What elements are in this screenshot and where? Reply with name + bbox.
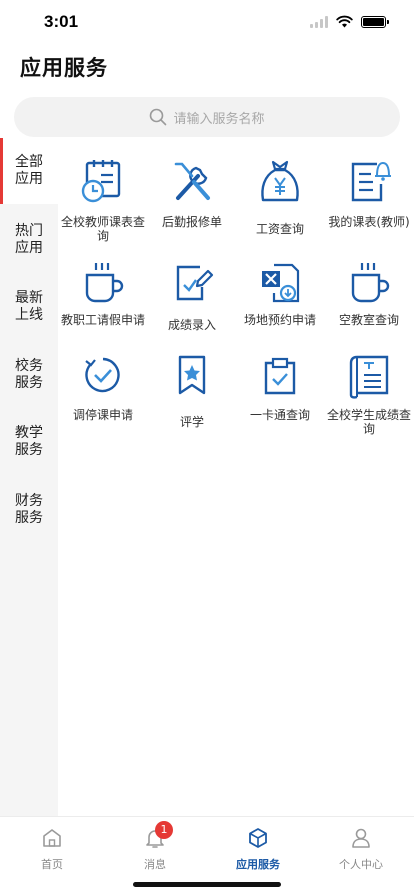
home-icon bbox=[43, 829, 61, 847]
service-label: 场地预约申请 bbox=[243, 313, 316, 327]
service-grade-entry[interactable]: 成绩录入 bbox=[148, 261, 236, 351]
service-label: 全校教师课表查询 bbox=[60, 215, 145, 243]
service-empty-classroom[interactable]: 空教室查询 bbox=[325, 261, 413, 351]
battery-icon bbox=[361, 15, 389, 28]
service-salary-query[interactable]: 工资查询 bbox=[236, 158, 324, 248]
report-book-icon bbox=[349, 355, 389, 399]
service-teacher-schedule[interactable]: 全校教师课表查询 bbox=[59, 158, 147, 248]
user-icon bbox=[352, 828, 370, 848]
schedule-bell-icon bbox=[351, 161, 391, 202]
calendar-clock-icon bbox=[81, 160, 121, 203]
sidebar-item-label: 校务服务 bbox=[15, 358, 43, 391]
service-label: 一卡通查询 bbox=[249, 408, 310, 422]
tab-label: 个人中心 bbox=[339, 858, 383, 871]
status-icons bbox=[310, 15, 389, 28]
sidebar-item-new[interactable]: 最新上线 bbox=[0, 274, 58, 340]
unread-badge: 1 bbox=[155, 821, 173, 839]
search-input[interactable]: 请输入服务名称 bbox=[14, 97, 400, 137]
service-label: 空教室查询 bbox=[338, 313, 399, 327]
wifi-icon bbox=[336, 15, 353, 28]
coffee-cup-icon bbox=[351, 263, 390, 303]
coffee-cup-icon bbox=[85, 263, 124, 303]
tab-app-services[interactable]: 应用服务 bbox=[208, 823, 308, 871]
tab-label: 消息 bbox=[144, 858, 166, 871]
service-staff-leave[interactable]: 教职工请假申请 bbox=[59, 261, 147, 351]
sidebar-item-label: 教学服务 bbox=[15, 425, 43, 458]
service-campus-card[interactable]: 一卡通查询 bbox=[236, 353, 324, 443]
search-icon bbox=[150, 108, 167, 126]
service-venue-booking[interactable]: 场地预约申请 bbox=[236, 261, 324, 351]
service-my-schedule[interactable]: 我的课表(教师) bbox=[325, 158, 413, 248]
status-bar: 3:01 bbox=[0, 0, 414, 46]
cellular-signal-icon bbox=[310, 15, 328, 28]
sidebar-item-all-apps[interactable]: 全部应用 bbox=[0, 138, 58, 204]
service-label: 调停课申请 bbox=[72, 408, 133, 422]
service-course-adjustment[interactable]: 调停课申请 bbox=[59, 353, 147, 443]
service-label: 工资查询 bbox=[255, 222, 304, 236]
sidebar-item-label: 财务服务 bbox=[15, 493, 43, 526]
edit-document-icon bbox=[176, 265, 214, 301]
sidebar-item-teaching[interactable]: 教学服务 bbox=[0, 409, 58, 475]
home-indicator bbox=[133, 882, 281, 887]
cube-icon bbox=[249, 828, 267, 848]
sidebar-item-finance[interactable]: 财务服务 bbox=[0, 477, 58, 543]
excel-download-icon bbox=[262, 263, 300, 303]
service-student-grades[interactable]: 全校学生成绩查询 bbox=[325, 353, 413, 443]
sidebar-item-school-affairs[interactable]: 校务服务 bbox=[0, 342, 58, 408]
service-label: 后勤报修单 bbox=[161, 215, 222, 229]
service-label: 全校学生成绩查询 bbox=[326, 408, 411, 436]
service-label: 教职工请假申请 bbox=[60, 313, 145, 327]
service-label: 评学 bbox=[179, 415, 204, 429]
search-placeholder: 请输入服务名称 bbox=[173, 111, 265, 127]
wrench-screwdriver-icon bbox=[174, 162, 210, 200]
service-evaluation[interactable]: 评学 bbox=[148, 353, 236, 443]
service-label: 我的课表(教师) bbox=[328, 215, 410, 229]
sidebar-item-label: 全部应用 bbox=[15, 154, 43, 187]
sidebar-item-label: 热门应用 bbox=[15, 223, 43, 256]
tab-label: 应用服务 bbox=[236, 858, 280, 871]
page-title: 应用服务 bbox=[20, 56, 108, 80]
check-cycle-icon bbox=[85, 357, 120, 393]
service-label: 成绩录入 bbox=[167, 318, 216, 332]
category-sidebar: 全部应用 热门应用 最新上线 校务服务 教学服务 财务服务 bbox=[0, 138, 58, 816]
tab-home[interactable]: 首页 bbox=[2, 823, 102, 871]
status-time: 3:01 bbox=[44, 12, 79, 31]
bookmark-star-icon bbox=[178, 355, 206, 395]
tab-messages[interactable]: 1 消息 bbox=[105, 821, 205, 871]
tab-profile[interactable]: 个人中心 bbox=[311, 823, 411, 871]
tab-label: 首页 bbox=[41, 858, 63, 871]
money-bag-icon bbox=[261, 160, 299, 202]
clipboard-check-icon bbox=[264, 357, 296, 395]
service-repair-request[interactable]: 后勤报修单 bbox=[148, 158, 236, 248]
sidebar-item-popular[interactable]: 热门应用 bbox=[0, 207, 58, 273]
sidebar-item-label: 最新上线 bbox=[15, 290, 43, 323]
